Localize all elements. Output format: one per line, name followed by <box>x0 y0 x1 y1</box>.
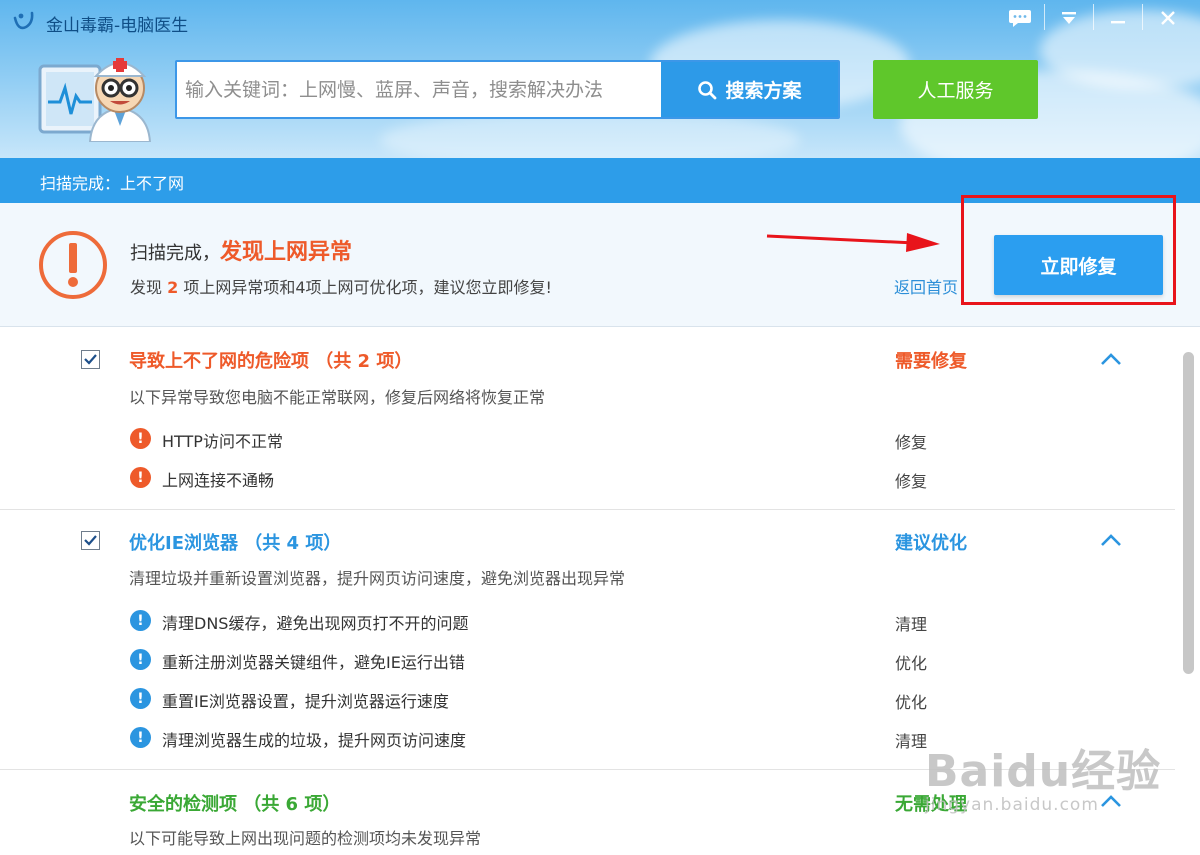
group-danger-checkbox[interactable] <box>81 350 100 369</box>
group-danger-desc: 以下异常导致您电脑不能正常联网，修复后网络将恢复正常 <box>129 388 546 407</box>
chat-icon <box>1009 10 1031 27</box>
menu-dropdown-icon <box>1062 12 1076 24</box>
item-action[interactable]: 清理 <box>895 611 927 635</box>
app-logo-icon <box>13 11 34 30</box>
group-optimize-ie: 优化IE浏览器 （共 4 项） 清理垃圾并重新设置浏览器，提升网页访问速度，避免… <box>0 510 1175 770</box>
item-action[interactable]: 修复 <box>895 468 927 492</box>
menu-button[interactable] <box>1047 4 1091 32</box>
annotation-arrow-icon <box>766 233 940 252</box>
item-action[interactable]: 清理 <box>895 728 927 752</box>
search-icon <box>698 80 717 99</box>
group-danger: 导致上不了网的危险项 （共 2 项） 以下异常导致您电脑不能正常联网，修复后网络… <box>0 328 1175 510</box>
minimize-button[interactable] <box>1096 4 1140 32</box>
app-header: 金山毒霸-电脑医生 输入关键词：上网慢、蓝屏、声音，搜索解决办法 搜索方案 人工… <box>0 0 1200 158</box>
search-input[interactable] <box>177 62 661 117</box>
info-item-icon: ! <box>130 688 151 709</box>
summary-title: 扫描完成，发现上网异常 <box>130 240 353 265</box>
group-safe-title: 安全的检测项 （共 6 项） <box>129 794 341 815</box>
summary-description: 发现 2 项上网异常项和4项上网可优化项，建议您立即修复! <box>130 278 552 297</box>
group-danger-status: 需要修复 <box>895 351 967 372</box>
close-icon <box>1161 11 1175 25</box>
doctor-mascot-icon <box>38 58 152 142</box>
group-optimize-status: 建议优化 <box>895 533 967 554</box>
search-button[interactable]: 搜索方案 <box>661 62 838 117</box>
info-item-icon: ! <box>130 649 151 670</box>
list-item: 清理浏览器生成的垃圾，提升网页访问速度 <box>162 731 467 750</box>
window-title: 金山毒霸-电脑医生 <box>46 16 189 36</box>
checkmark-icon <box>84 535 97 546</box>
close-button[interactable] <box>1146 4 1190 32</box>
item-action[interactable]: 优化 <box>895 650 927 674</box>
danger-item-icon: ! <box>130 428 151 449</box>
info-item-icon: ! <box>130 727 151 748</box>
back-home-link[interactable]: 返回首页 <box>894 274 958 298</box>
group-safe-desc: 以下可能导致上网出现问题的检测项均未发现异常 <box>129 829 482 848</box>
annotation-highlight-box <box>961 195 1176 305</box>
search-button-label: 搜索方案 <box>725 80 802 102</box>
item-action[interactable]: 修复 <box>895 429 927 453</box>
list-item: 上网连接不通畅 <box>162 471 275 490</box>
minimize-icon <box>1111 21 1125 24</box>
item-action[interactable]: 优化 <box>895 689 927 713</box>
group-optimize-desc: 清理垃圾并重新设置浏览器，提升网页访问速度，避免浏览器出现异常 <box>129 569 626 588</box>
list-item: HTTP访问不正常 <box>162 432 283 451</box>
group-danger-title: 导致上不了网的危险项 （共 2 项） <box>129 351 413 372</box>
list-scrollbar[interactable] <box>1183 352 1194 674</box>
warning-icon <box>39 231 107 299</box>
list-item: 重置IE浏览器设置，提升浏览器运行速度 <box>162 692 449 711</box>
collapse-chevron-icon[interactable] <box>1100 533 1122 547</box>
collapse-chevron-icon[interactable] <box>1100 352 1122 366</box>
info-item-icon: ! <box>130 610 151 631</box>
feedback-button[interactable] <box>998 4 1042 32</box>
group-optimize-checkbox[interactable] <box>81 531 100 550</box>
watermark: Baidu经验 jingyan.baidu.com <box>925 746 1162 815</box>
group-optimize-title: 优化IE浏览器 （共 4 项） <box>129 533 342 554</box>
human-service-button[interactable]: 人工服务 <box>873 60 1038 119</box>
search-box: 搜索方案 <box>175 60 840 119</box>
checkmark-icon <box>84 354 97 365</box>
list-item: 重新注册浏览器关键组件，避免IE运行出错 <box>162 653 465 672</box>
list-item: 清理DNS缓存，避免出现网页打不开的问题 <box>162 614 469 633</box>
danger-item-icon: ! <box>130 467 151 488</box>
